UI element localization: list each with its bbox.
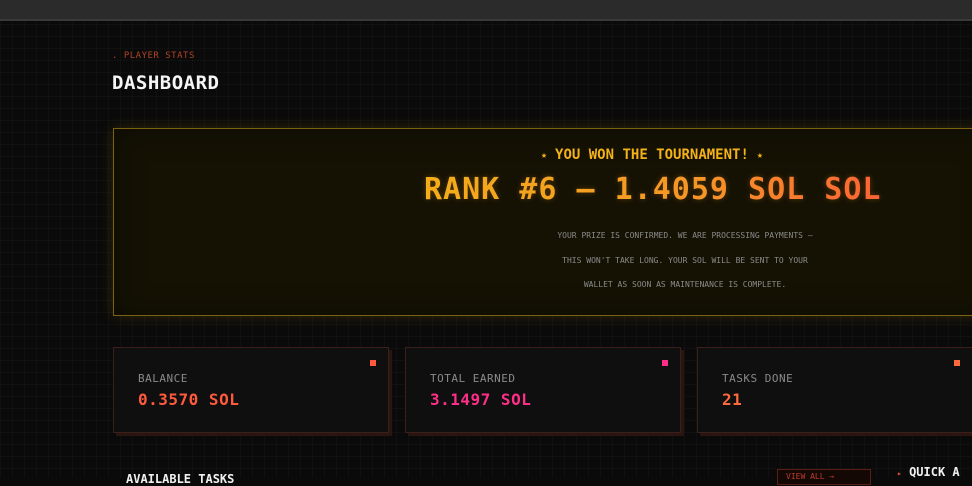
stat-card-total-earned: TOTAL EARNED 3.1497 SOL [405, 347, 681, 433]
stat-card-tasks-done: TASKS DONE 21 [697, 347, 972, 433]
stat-label: BALANCE [138, 372, 188, 385]
stat-label: TASKS DONE [722, 372, 794, 385]
stat-label: TOTAL EARNED [430, 372, 516, 385]
banner-message-line: WALLET AS SOON AS MAINTENANCE IS COMPLET… [583, 280, 787, 289]
stat-value: 3.1497 SOL [430, 390, 532, 409]
stat-card-balance: BALANCE 0.3570 SOL [113, 347, 389, 433]
banner-rank-prize: RANK #6 — 1.4059 SOL SOL [424, 172, 882, 207]
star-icon: ★ [756, 149, 763, 161]
banner-message-line: THIS WON'T TAKE LONG. YOUR SOL WILL BE S… [562, 255, 808, 265]
banner-message-line: YOUR PRIZE IS CONFIRMED. WE ARE PROCESSI… [557, 231, 813, 240]
banner-message: YOUR PRIZE IS CONFIRMED. WE ARE PROCESSI… [510, 224, 860, 298]
quick-actions-label: QUICK A [909, 465, 960, 479]
arrow-icon: ▸ [897, 469, 902, 478]
status-dot [662, 360, 668, 366]
page-title: DASHBOARD [112, 72, 220, 94]
top-bar [0, 0, 972, 21]
section-eyebrow: . PLAYER STATS [112, 51, 195, 61]
available-tasks-title: AVAILABLE TASKS [126, 472, 235, 486]
quick-actions-title: ▸ QUICK A [897, 465, 960, 479]
star-icon: ★ [541, 149, 548, 161]
status-dot [370, 360, 376, 366]
banner-headline: YOU WON THE TOURNAMENT! [555, 147, 749, 163]
top-bar-divider [0, 19, 972, 21]
stat-value: 21 [722, 390, 743, 409]
view-all-button[interactable]: VIEW ALL → [777, 469, 871, 485]
status-dot [954, 360, 960, 366]
stat-value: 0.3570 SOL [138, 390, 240, 409]
banner-headline-row: ★ YOU WON THE TOURNAMENT! ★ [541, 147, 763, 163]
